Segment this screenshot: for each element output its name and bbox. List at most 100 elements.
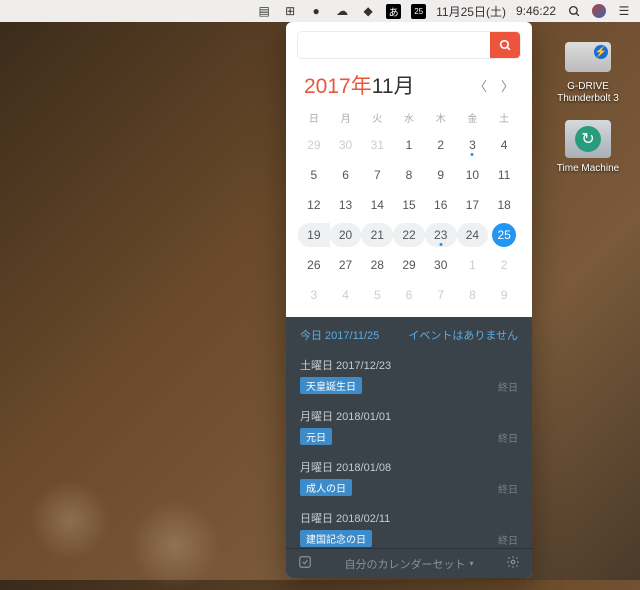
calendar-day[interactable]: 21 — [361, 223, 393, 247]
calendar-day[interactable]: 14 — [361, 193, 393, 217]
calendar-day[interactable]: 1 — [393, 133, 425, 157]
calendar-day[interactable]: 16 — [425, 193, 457, 217]
calendar-day[interactable]: 10 — [457, 163, 489, 187]
calendar-day[interactable]: 27 — [330, 253, 362, 277]
desktop-drive-timemachine[interactable]: ↻ Time Machine — [548, 118, 628, 175]
calendar-day[interactable]: 26 — [298, 253, 330, 277]
search-button[interactable] — [490, 32, 520, 58]
calendar-day[interactable]: 6 — [330, 163, 362, 187]
event-date: 土曜日 2017/12/23 — [300, 357, 518, 373]
calendar-day[interactable]: 24 — [457, 223, 489, 247]
calendar-day[interactable]: 9 — [425, 163, 457, 187]
calendar-day[interactable]: 6 — [393, 283, 425, 307]
calendar-day[interactable]: 12 — [298, 193, 330, 217]
menubar: ▤ ⊞ ● ☁ ◆ あ 25 11月25日(土) 9:46:22 ☰ — [0, 0, 640, 22]
event-item[interactable]: 月曜日 2018/01/01元日終日 — [286, 402, 532, 453]
calendar-day[interactable]: 3 — [457, 133, 489, 157]
checklist-icon[interactable] — [298, 555, 312, 572]
thunderbolt-icon: ⚡ — [594, 45, 608, 59]
events-panel: 今日 2017/11/25 イベントはありません 土曜日 2017/12/23 天… — [286, 317, 532, 548]
calendar-day[interactable]: 4 — [488, 133, 520, 157]
siri-icon[interactable] — [592, 4, 606, 18]
calendar-menubar-icon[interactable]: 25 — [411, 4, 426, 19]
calendar-day[interactable]: 28 — [361, 253, 393, 277]
gear-icon[interactable] — [506, 555, 520, 572]
calendar-day[interactable]: 13 — [330, 193, 362, 217]
calendar-day[interactable]: 9 — [488, 283, 520, 307]
menu-list-icon[interactable]: ▤ — [256, 3, 272, 19]
event-tag: 成人の日 — [300, 479, 352, 496]
weekday-header: 土 — [488, 108, 520, 127]
notification-center-icon[interactable]: ☰ — [616, 3, 632, 19]
calendar-day[interactable]: 7 — [361, 163, 393, 187]
calendar-day[interactable]: 5 — [298, 163, 330, 187]
record-icon[interactable]: ● — [308, 3, 324, 19]
event-type: 終日 — [498, 379, 518, 394]
calendar-day[interactable]: 29 — [298, 133, 330, 157]
event-item[interactable]: 土曜日 2017/12/23 天皇誕生日 終日 — [286, 351, 532, 402]
weekday-header: 月 — [330, 108, 362, 127]
popover-footer: 自分のカレンダーセット ▾ — [286, 548, 532, 578]
event-tag: 天皇誕生日 — [300, 377, 362, 394]
events-today-header: 今日 2017/11/25 — [300, 327, 379, 343]
calendar-day[interactable]: 17 — [457, 193, 489, 217]
calendar-day[interactable]: 23 — [425, 223, 457, 247]
prev-month-button[interactable]: 〈 — [474, 76, 487, 95]
drive-label: Time Machine — [557, 163, 619, 175]
calendar-day[interactable]: 1 — [457, 253, 489, 277]
event-type: 終日 — [498, 481, 518, 496]
kanban-icon[interactable]: ⊞ — [282, 3, 298, 19]
event-type: 終日 — [498, 430, 518, 445]
weekday-header: 金 — [457, 108, 489, 127]
timemachine-icon: ↻ — [575, 126, 601, 152]
event-date: 月曜日 2018/01/08 — [300, 459, 518, 475]
calendar-day[interactable]: 19 — [298, 223, 330, 247]
calendar-day[interactable]: 7 — [425, 283, 457, 307]
menubar-time[interactable]: 9:46:22 — [516, 4, 556, 18]
next-month-button[interactable]: 〉 — [501, 76, 514, 95]
calendar-day[interactable]: 20 — [330, 223, 362, 247]
menubar-date[interactable]: 11月25日(土) — [436, 3, 506, 20]
calendar-day[interactable]: 15 — [393, 193, 425, 217]
calendar-day[interactable]: 22 — [393, 223, 425, 247]
event-item[interactable]: 月曜日 2018/01/08 成人の日 終日 — [286, 453, 532, 504]
desktop-drive-gdrive[interactable]: ⚡ G-DRIVE Thunderbolt 3 — [548, 36, 628, 104]
calendar-day[interactable]: 5 — [361, 283, 393, 307]
event-date: 日曜日 2018/02/11 — [300, 510, 518, 526]
calendar-day[interactable]: 3 — [298, 283, 330, 307]
search-wrap — [298, 32, 520, 58]
calendar-day[interactable]: 18 — [488, 193, 520, 217]
event-item[interactable]: 日曜日 2018/02/11建国記念の日終日 — [286, 504, 532, 548]
calendar-day[interactable]: 11 — [488, 163, 520, 187]
desktop-icons: ⚡ G-DRIVE Thunderbolt 3 ↻ Time Machine — [548, 36, 628, 175]
calendar-day[interactable]: 31 — [361, 133, 393, 157]
calendar-day[interactable]: 2 — [425, 133, 457, 157]
weekday-header: 日 — [298, 108, 330, 127]
calendar-popover: 2017年11月 〈 〉 日月火水木金土29303112345678910111… — [286, 22, 532, 578]
calendar-day[interactable]: 8 — [457, 283, 489, 307]
calendar-day[interactable]: 2 — [488, 253, 520, 277]
event-date: 月曜日 2018/01/01 — [300, 408, 518, 424]
weekday-header: 火 — [361, 108, 393, 127]
month-text: 11月 — [372, 75, 415, 98]
calendar-day[interactable]: 4 — [330, 283, 362, 307]
calendar-day[interactable]: 30 — [330, 133, 362, 157]
calendar-grid: 日月火水木金土293031123456789101112131415161718… — [286, 106, 532, 317]
spotlight-icon[interactable] — [566, 3, 582, 19]
calendar-set-selector[interactable]: 自分のカレンダーセット ▾ — [344, 556, 473, 572]
month-title: 2017年11月 — [304, 70, 415, 100]
calendar-set-label: 自分のカレンダーセット — [344, 556, 465, 572]
chevron-down-icon: ▾ — [469, 559, 473, 568]
search-icon — [499, 39, 512, 52]
input-method-icon[interactable]: あ — [386, 4, 401, 19]
cloud-icon[interactable]: ☁ — [334, 3, 350, 19]
calendar-day[interactable]: 30 — [425, 253, 457, 277]
search-input[interactable] — [298, 32, 490, 58]
calendar-day[interactable]: 25 — [492, 223, 516, 247]
events-empty-text: イベントはありません — [408, 327, 518, 343]
calendar-day[interactable]: 8 — [393, 163, 425, 187]
shapes-icon[interactable]: ◆ — [360, 3, 376, 19]
calendar-day[interactable]: 29 — [393, 253, 425, 277]
year-text: 2017年 — [304, 75, 372, 98]
event-type: 終日 — [498, 532, 518, 547]
